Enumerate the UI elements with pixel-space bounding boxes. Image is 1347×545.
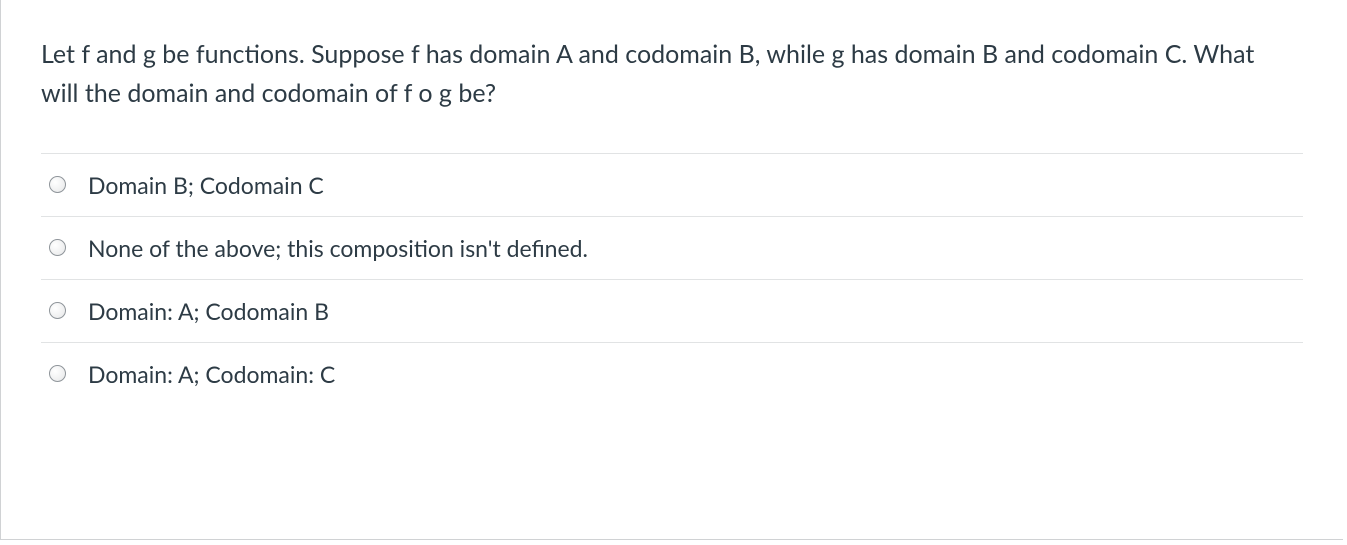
radio-option-2[interactable] [49,239,66,256]
option-row[interactable]: Domain: A; Codomain B [41,279,1303,342]
radio-option-1[interactable] [49,176,66,193]
radio-option-4[interactable] [49,365,66,382]
option-label: Domain: A; Codomain: C [88,360,335,388]
option-label: Domain B; Codomain C [88,171,324,199]
option-row[interactable]: None of the above; this composition isn'… [41,216,1303,279]
options-list: Domain B; Codomain C None of the above; … [41,153,1303,405]
radio-option-3[interactable] [49,302,66,319]
option-label: None of the above; this composition isn'… [88,234,588,262]
option-row[interactable]: Domain: A; Codomain: C [41,342,1303,405]
option-row[interactable]: Domain B; Codomain C [41,153,1303,216]
question-text: Let f and g be functions. Suppose f has … [41,35,1303,113]
option-label: Domain: A; Codomain B [88,297,329,325]
question-container: Let f and g be functions. Suppose f has … [0,0,1343,540]
